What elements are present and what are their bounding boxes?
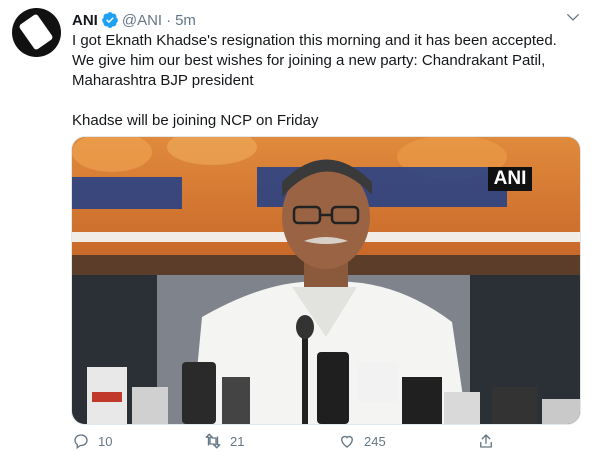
tweet-header: ANI @ANI · 5m xyxy=(72,10,196,30)
retweet-button[interactable]: 21 xyxy=(204,432,244,450)
tweet-actions: 10 21 245 xyxy=(72,432,542,452)
author-handle[interactable]: @ANI xyxy=(122,12,162,29)
reply-button[interactable]: 10 xyxy=(72,432,112,450)
chevron-down-icon[interactable] xyxy=(566,10,580,24)
media-watermark: ANI xyxy=(488,167,532,191)
reply-icon xyxy=(74,434,88,450)
retweet-count: 21 xyxy=(230,433,245,449)
heart-icon xyxy=(341,435,353,448)
author-name[interactable]: ANI xyxy=(72,12,98,29)
retweet-icon xyxy=(205,433,221,449)
like-button[interactable]: 245 xyxy=(338,432,386,450)
tweet-timestamp[interactable]: 5m xyxy=(175,12,196,29)
share-icon xyxy=(480,434,492,448)
like-count: 245 xyxy=(364,433,386,449)
share-button[interactable] xyxy=(477,432,503,450)
separator-dot: · xyxy=(166,11,172,29)
tweet-text-note: Khadse will be joining NCP on Friday xyxy=(72,112,319,129)
tweet-text-quote: I got Eknath Khadse's resignation this m… xyxy=(72,32,557,89)
avatar[interactable] xyxy=(12,8,61,57)
reply-count: 10 xyxy=(98,433,113,449)
verified-badge-icon xyxy=(101,12,118,28)
tweet-text: I got Eknath Khadse's resignation this m… xyxy=(72,31,582,131)
